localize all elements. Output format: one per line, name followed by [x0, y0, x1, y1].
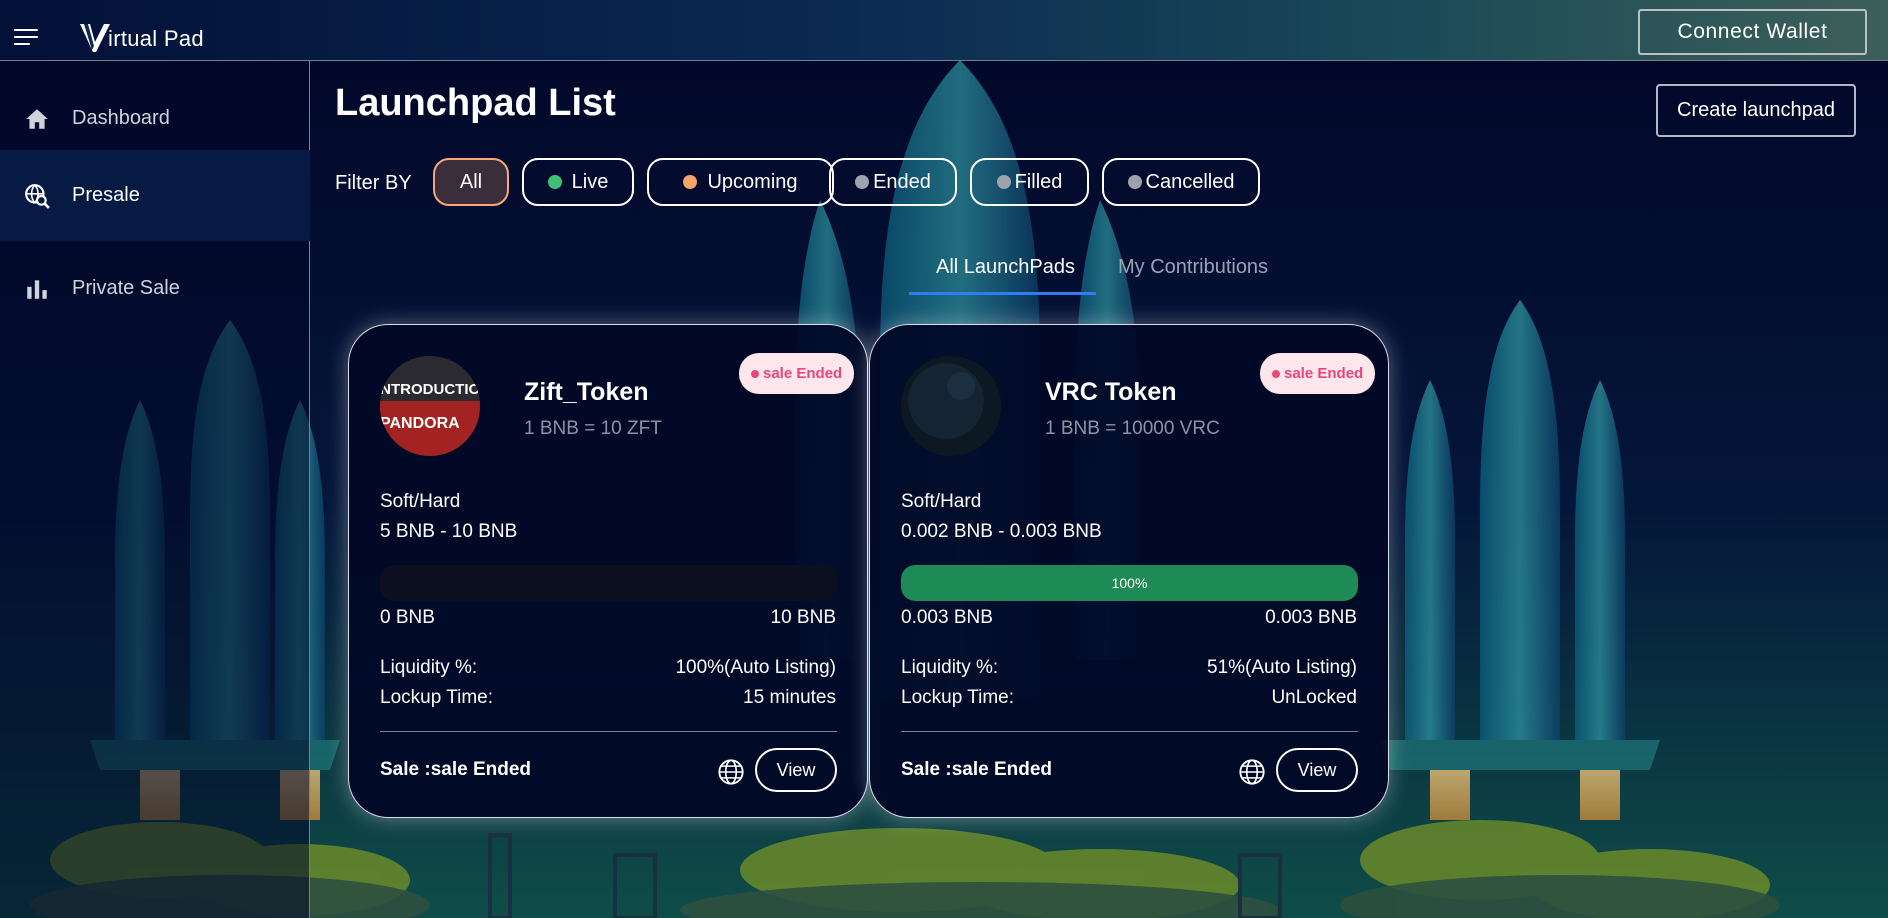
connect-wallet-button[interactable]: Connect Wallet — [1638, 9, 1867, 55]
filter-label-text: Live — [571, 170, 609, 193]
raised-amount: 0.003 BNB — [901, 607, 993, 628]
token-logo-image — [901, 356, 1001, 456]
filter-label-text: All — [459, 170, 483, 193]
filter-label-text: Ended — [873, 170, 931, 193]
hard-cap-amount: 10 BNB — [770, 607, 836, 628]
token-avatar: INTRODUCTION TO PANDORA — [380, 356, 480, 456]
sidebar-item-label: Dashboard — [72, 107, 170, 129]
token-rate: 1 BNB = 10000 VRC — [1045, 418, 1220, 439]
avatar-text-line-1: INTRODUCTION TO — [380, 381, 480, 398]
liquidity-label: Liquidity %: — [901, 657, 999, 678]
filter-label-text: Cancelled — [1145, 170, 1235, 193]
create-launchpad-button[interactable]: Create launchpad — [1656, 84, 1856, 137]
status-dot — [547, 175, 562, 189]
progress-bar — [380, 565, 837, 601]
launchpad-card: VRC Token 1 BNB = 10000 VRC sale Ended S… — [869, 324, 1389, 818]
card-divider — [901, 731, 1358, 732]
app-logo[interactable]: irtual Pad — [78, 18, 204, 54]
sale-status: Sale :sale Ended — [380, 759, 532, 780]
progress-label: 100% — [1111, 575, 1148, 591]
v-logo-icon — [80, 24, 110, 52]
filter-ended[interactable]: Ended — [829, 158, 957, 206]
liquidity-label: Liquidity %: — [380, 657, 478, 678]
token-avatar — [901, 356, 1001, 456]
hard-cap-amount: 0.003 BNB — [1265, 607, 1357, 628]
caps-value: 0.002 BNB - 0.003 BNB — [901, 521, 1102, 542]
liquidity-value: 51%(Auto Listing) — [1207, 657, 1357, 678]
caps-label: Soft/Hard — [901, 491, 982, 512]
sidebar-item-label: Private Sale — [72, 277, 180, 299]
app-name: irtual Pad — [108, 26, 204, 51]
avatar-text-line-2: PANDORA — [380, 415, 460, 432]
badge-dot — [751, 369, 759, 378]
raised-amount: 0 BNB — [380, 607, 435, 628]
card-divider — [380, 731, 837, 732]
lockup-label: Lockup Time: — [901, 687, 1014, 708]
token-name: Zift_Token — [524, 378, 649, 406]
filter-label: Filter BY — [335, 172, 412, 194]
progress-bar: 100% — [901, 565, 1358, 601]
lockup-value: UnLocked — [1271, 687, 1357, 708]
caps-label: Soft/Hard — [380, 491, 461, 512]
globe-icon[interactable] — [717, 758, 745, 786]
filter-cancelled[interactable]: Cancelled — [1102, 158, 1260, 206]
liquidity-value: 100%(Auto Listing) — [675, 657, 836, 678]
filter-label-text: Upcoming — [707, 170, 798, 193]
tab-my-contributions[interactable]: My Contributions — [1118, 256, 1268, 279]
filter-all[interactable]: All — [433, 158, 509, 206]
badge-label: sale Ended — [1284, 365, 1364, 382]
sidebar-item-presale[interactable]: Presale — [0, 150, 310, 241]
view-button[interactable]: View — [755, 748, 837, 792]
lockup-value: 15 minutes — [743, 687, 836, 708]
bar-chart-icon — [27, 279, 47, 299]
status-dot — [996, 175, 1011, 189]
filter-label-text: Filled — [1014, 170, 1063, 193]
token-logo-image: INTRODUCTION TO PANDORA — [380, 356, 480, 456]
status-dot — [1127, 175, 1142, 189]
lockup-label: Lockup Time: — [380, 687, 493, 708]
status-badge: sale Ended — [739, 353, 855, 394]
status-dot — [683, 175, 698, 189]
status-badge: sale Ended — [1260, 353, 1376, 394]
active-tab-indicator — [909, 292, 1096, 295]
top-bar: irtual Pad Connect Wallet — [0, 0, 1888, 61]
token-name: VRC Token — [1045, 378, 1177, 406]
globe-search-icon — [25, 183, 50, 209]
badge-label: sale Ended — [763, 365, 843, 382]
tab-all-launchpads[interactable]: All LaunchPads — [936, 256, 1075, 279]
progress-fill: 100% — [901, 565, 1358, 601]
menu-icon[interactable] — [14, 29, 38, 47]
view-button[interactable]: View — [1276, 748, 1358, 792]
filter-live[interactable]: Live — [522, 158, 634, 206]
sidebar-item-label: Presale — [72, 184, 140, 206]
filter-upcoming[interactable]: Upcoming — [647, 158, 834, 206]
launchpad-card: INTRODUCTION TO PANDORA Zift_Token 1 BNB… — [348, 324, 868, 818]
page-title: Launchpad List — [335, 82, 616, 124]
home-icon — [26, 108, 48, 129]
caps-value: 5 BNB - 10 BNB — [380, 521, 518, 542]
globe-icon[interactable] — [1238, 758, 1266, 786]
sidebar-item-private-sale[interactable]: Private Sale — [0, 243, 310, 334]
status-dot — [855, 175, 870, 189]
token-rate: 1 BNB = 10 ZFT — [524, 418, 662, 439]
sale-status: Sale :sale Ended — [901, 759, 1053, 780]
filter-filled[interactable]: Filled — [970, 158, 1089, 206]
sidebar: Dashboard Presale Private Sale — [0, 61, 310, 918]
badge-dot — [1272, 369, 1280, 378]
